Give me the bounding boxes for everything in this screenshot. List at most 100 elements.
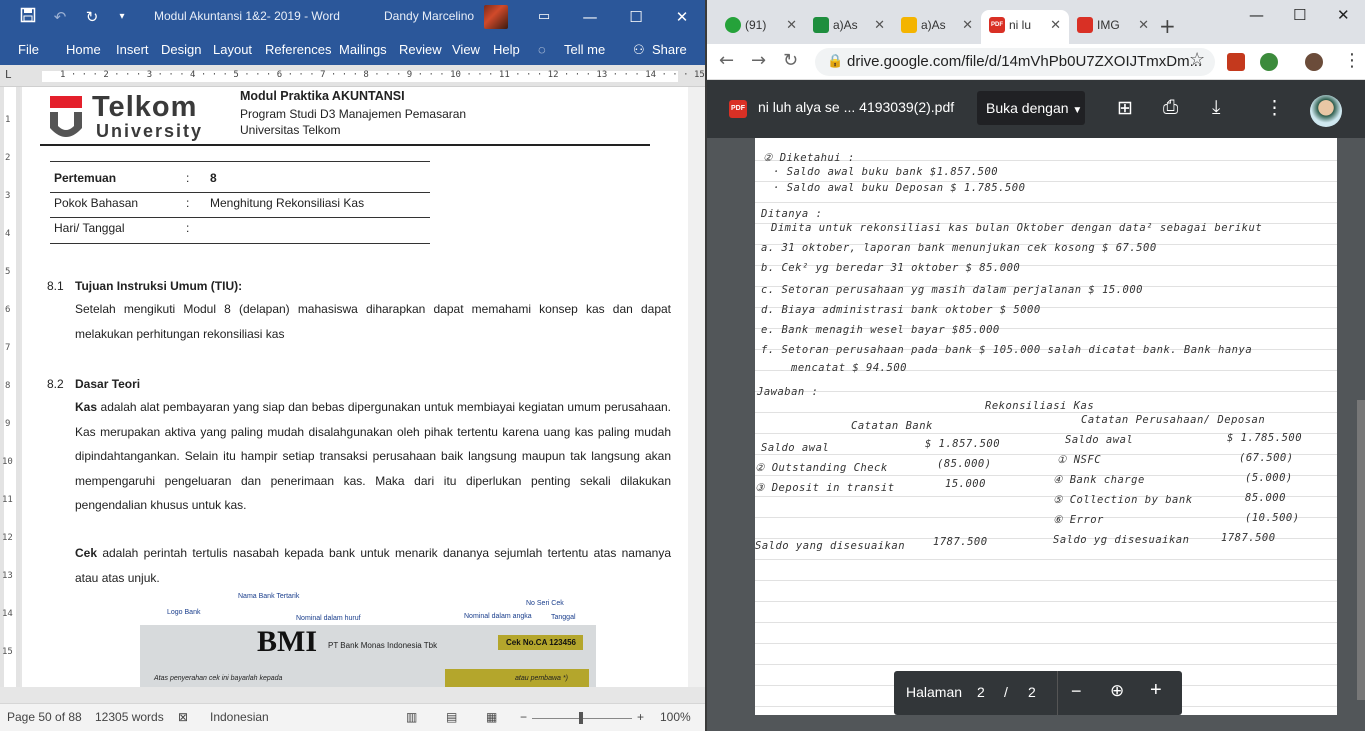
tab-layout[interactable]: Layout: [213, 42, 252, 57]
browser-tab[interactable]: (91) ✕: [717, 10, 805, 44]
tab-review[interactable]: Review: [399, 42, 442, 57]
zoom-fit-icon[interactable]: ⊕: [1110, 681, 1124, 701]
share-button[interactable]: Share: [652, 42, 687, 57]
tab-help[interactable]: Help: [493, 42, 520, 57]
cek-text: adalah perintah tertulis nasabah kepada …: [75, 546, 671, 585]
handwritten-line: a. 31 oktober, laporan bank menunjukan c…: [761, 242, 1157, 254]
zoom-in-icon[interactable]: +: [637, 710, 644, 724]
close-icon[interactable]: ✕: [672, 7, 692, 27]
customize-qat-icon[interactable]: ▾: [112, 7, 132, 27]
vruler-num: 15: [2, 647, 13, 657]
tab-insert[interactable]: Insert: [116, 42, 149, 57]
vruler-num: 10: [2, 457, 13, 467]
close-tab-icon[interactable]: ✕: [786, 17, 797, 33]
browser-tab[interactable]: a)As ✕: [805, 10, 893, 44]
vertical-scrollbar[interactable]: [688, 87, 705, 687]
vertical-ruler[interactable]: 1 2 3 4 5 6 7 8 9 10 11 12 13 14 15: [0, 87, 20, 687]
zoom-slider-thumb[interactable]: [579, 712, 583, 724]
handwritten-line: f. Setoran perusahaan pada bank $ 105.00…: [761, 344, 1253, 356]
tab-mailings[interactable]: Mailings: [339, 42, 387, 57]
save-icon[interactable]: [18, 7, 38, 27]
handwritten-line: 85.000: [1245, 492, 1286, 504]
browser-tab[interactable]: IMG ✕: [1069, 10, 1157, 44]
profile-avatar[interactable]: [1310, 95, 1342, 127]
tab-references[interactable]: References: [265, 42, 331, 57]
web-layout-icon[interactable]: ▦: [486, 710, 497, 724]
user-avatar[interactable]: [484, 5, 508, 29]
maximize-icon[interactable]: ☐: [1293, 6, 1306, 24]
tab-design[interactable]: Design: [161, 42, 201, 57]
profile-avatar[interactable]: [1305, 53, 1323, 71]
browser-tab-active[interactable]: PDF ni lu ✕: [981, 10, 1069, 44]
tab-selector-icon[interactable]: L: [5, 68, 11, 81]
ribbon-display-icon[interactable]: ▭: [534, 7, 554, 27]
back-icon[interactable]: ←: [719, 50, 734, 71]
word-count[interactable]: 12305 words: [95, 710, 164, 724]
viewer-toolbar: PDF ni luh alya se ... 4193039(2).pdf Bu…: [707, 80, 1365, 138]
vruler-num: 8: [5, 381, 11, 391]
zoom-out-icon[interactable]: −: [1071, 681, 1082, 702]
close-icon[interactable]: ✕: [1337, 6, 1350, 24]
print-layout-icon[interactable]: ▤: [446, 710, 457, 724]
undo-icon[interactable]: ↶: [50, 7, 70, 27]
page-current-input[interactable]: 2: [977, 684, 985, 700]
horizontal-ruler[interactable]: L 1 · · · 2 · · · 3 · · · 4 · · · 5 · · …: [0, 65, 775, 87]
pdf-filename: ni luh alya se ... 4193039(2).pdf: [758, 99, 955, 115]
minimize-icon[interactable]: —: [580, 7, 600, 27]
classroom-icon: [901, 17, 917, 33]
tab-file[interactable]: File: [18, 42, 39, 57]
page-count[interactable]: Page 50 of 88: [7, 710, 82, 724]
open-with-label: Buka dengan: [986, 100, 1069, 116]
handwritten-line: ① NSFC: [1057, 454, 1102, 466]
forward-icon[interactable]: →: [751, 50, 766, 71]
paragraph-tiu: Setelah mengikuti Modul 8 (delapan) maha…: [75, 302, 671, 341]
language[interactable]: Indonesian: [210, 710, 269, 724]
handwritten-line: c. Setoran perusahaan yg masih dalam per…: [761, 284, 1144, 296]
handwritten-line: · Saldo awal buku bank $1.857.500: [773, 166, 999, 178]
user-name[interactable]: Dandy Marcelino: [384, 9, 474, 23]
kas-text: adalah alat pembayaran yang siap dan beb…: [75, 400, 671, 512]
cek-payee-line: Atas penyerahan cek ini bayarlah kepada: [154, 675, 283, 682]
bookmark-star-icon[interactable]: ☆: [1189, 49, 1205, 70]
url-text[interactable]: drive.google.com/file/d/14mVhPb0U7ZXOIJT…: [847, 53, 1202, 70]
menu-kebab-icon[interactable]: ⋮: [1343, 50, 1361, 71]
cek-label: Logo Bank: [167, 609, 201, 616]
read-mode-icon[interactable]: ▥: [406, 710, 417, 724]
reload-icon[interactable]: ↻: [783, 50, 798, 71]
browser-tab[interactable]: a)As ✕: [893, 10, 981, 44]
tab-home[interactable]: Home: [66, 42, 101, 57]
zoom-level[interactable]: 100%: [660, 710, 691, 724]
handwritten-line: d. Biaya administrasi bank oktober $ 500…: [761, 304, 1041, 316]
extension-icon[interactable]: [1260, 53, 1278, 71]
tab-view[interactable]: View: [452, 42, 480, 57]
print-icon[interactable]: ⎙: [1163, 97, 1178, 119]
minimize-icon[interactable]: —: [1249, 6, 1264, 24]
close-tab-icon[interactable]: ✕: [1050, 17, 1061, 33]
download-icon[interactable]: ⤓: [1212, 97, 1220, 119]
zoom-in-icon[interactable]: +: [1150, 679, 1162, 702]
close-tab-icon[interactable]: ✕: [874, 17, 885, 33]
document-page[interactable]: Telkom University Modul Praktika AKUNTAN…: [22, 87, 688, 687]
table-cell: :: [186, 196, 190, 210]
add-comment-icon[interactable]: ⊞: [1117, 97, 1133, 120]
open-with-button[interactable]: Buka dengan ▼: [977, 91, 1085, 125]
lock-icon[interactable]: 🔒: [827, 53, 843, 69]
address-bar-row: ← → ↻ 🔒 drive.google.com/file/d/14mVhPb0…: [707, 44, 1365, 80]
maximize-icon[interactable]: ☐: [626, 7, 646, 27]
new-tab-button[interactable]: +: [1159, 14, 1176, 38]
url-bar[interactable]: 🔒 drive.google.com/file/d/14mVhPb0U7ZXOI…: [815, 48, 1215, 76]
redo-icon[interactable]: ↻: [82, 7, 102, 27]
pdf-page[interactable]: ② Diketahui : · Saldo awal buku bank $1.…: [755, 138, 1337, 715]
proofing-icon[interactable]: ⊠: [178, 710, 188, 724]
image-icon: [1077, 17, 1093, 33]
viewer-scrollbar[interactable]: [1357, 400, 1365, 700]
table-cell: Pertemuan: [54, 171, 117, 185]
acrobat-extension-icon[interactable]: [1227, 53, 1245, 71]
close-tab-icon[interactable]: ✕: [962, 17, 973, 33]
close-tab-icon[interactable]: ✕: [1138, 17, 1149, 33]
paragraph-kas: Kas adalah alat pembayaran yang siap dan…: [75, 395, 671, 518]
table-rule: [50, 217, 430, 218]
tell-me-search[interactable]: Tell me: [564, 42, 605, 57]
more-options-icon[interactable]: ⋮: [1265, 97, 1284, 120]
zoom-out-icon[interactable]: −: [520, 710, 527, 724]
